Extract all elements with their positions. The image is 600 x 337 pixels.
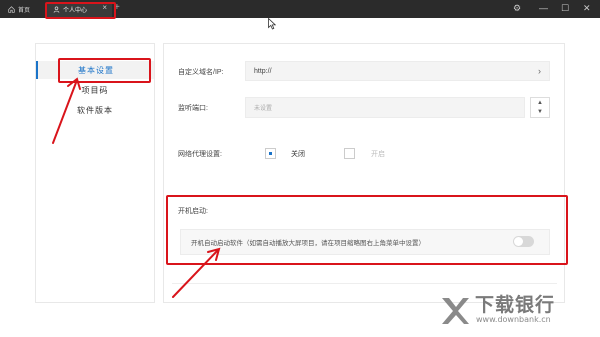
watermark-en: www.downbank.cn	[476, 315, 551, 324]
annotation-arrows	[52, 77, 221, 298]
watermark-cn: 下载银行	[475, 294, 556, 316]
watermark: 下载银行 www.downbank.cn	[432, 290, 597, 332]
annotation-arrow-sidebar	[52, 79, 78, 144]
downbank-logo-icon	[442, 298, 469, 324]
annotation-arrow-autostart	[172, 249, 219, 298]
